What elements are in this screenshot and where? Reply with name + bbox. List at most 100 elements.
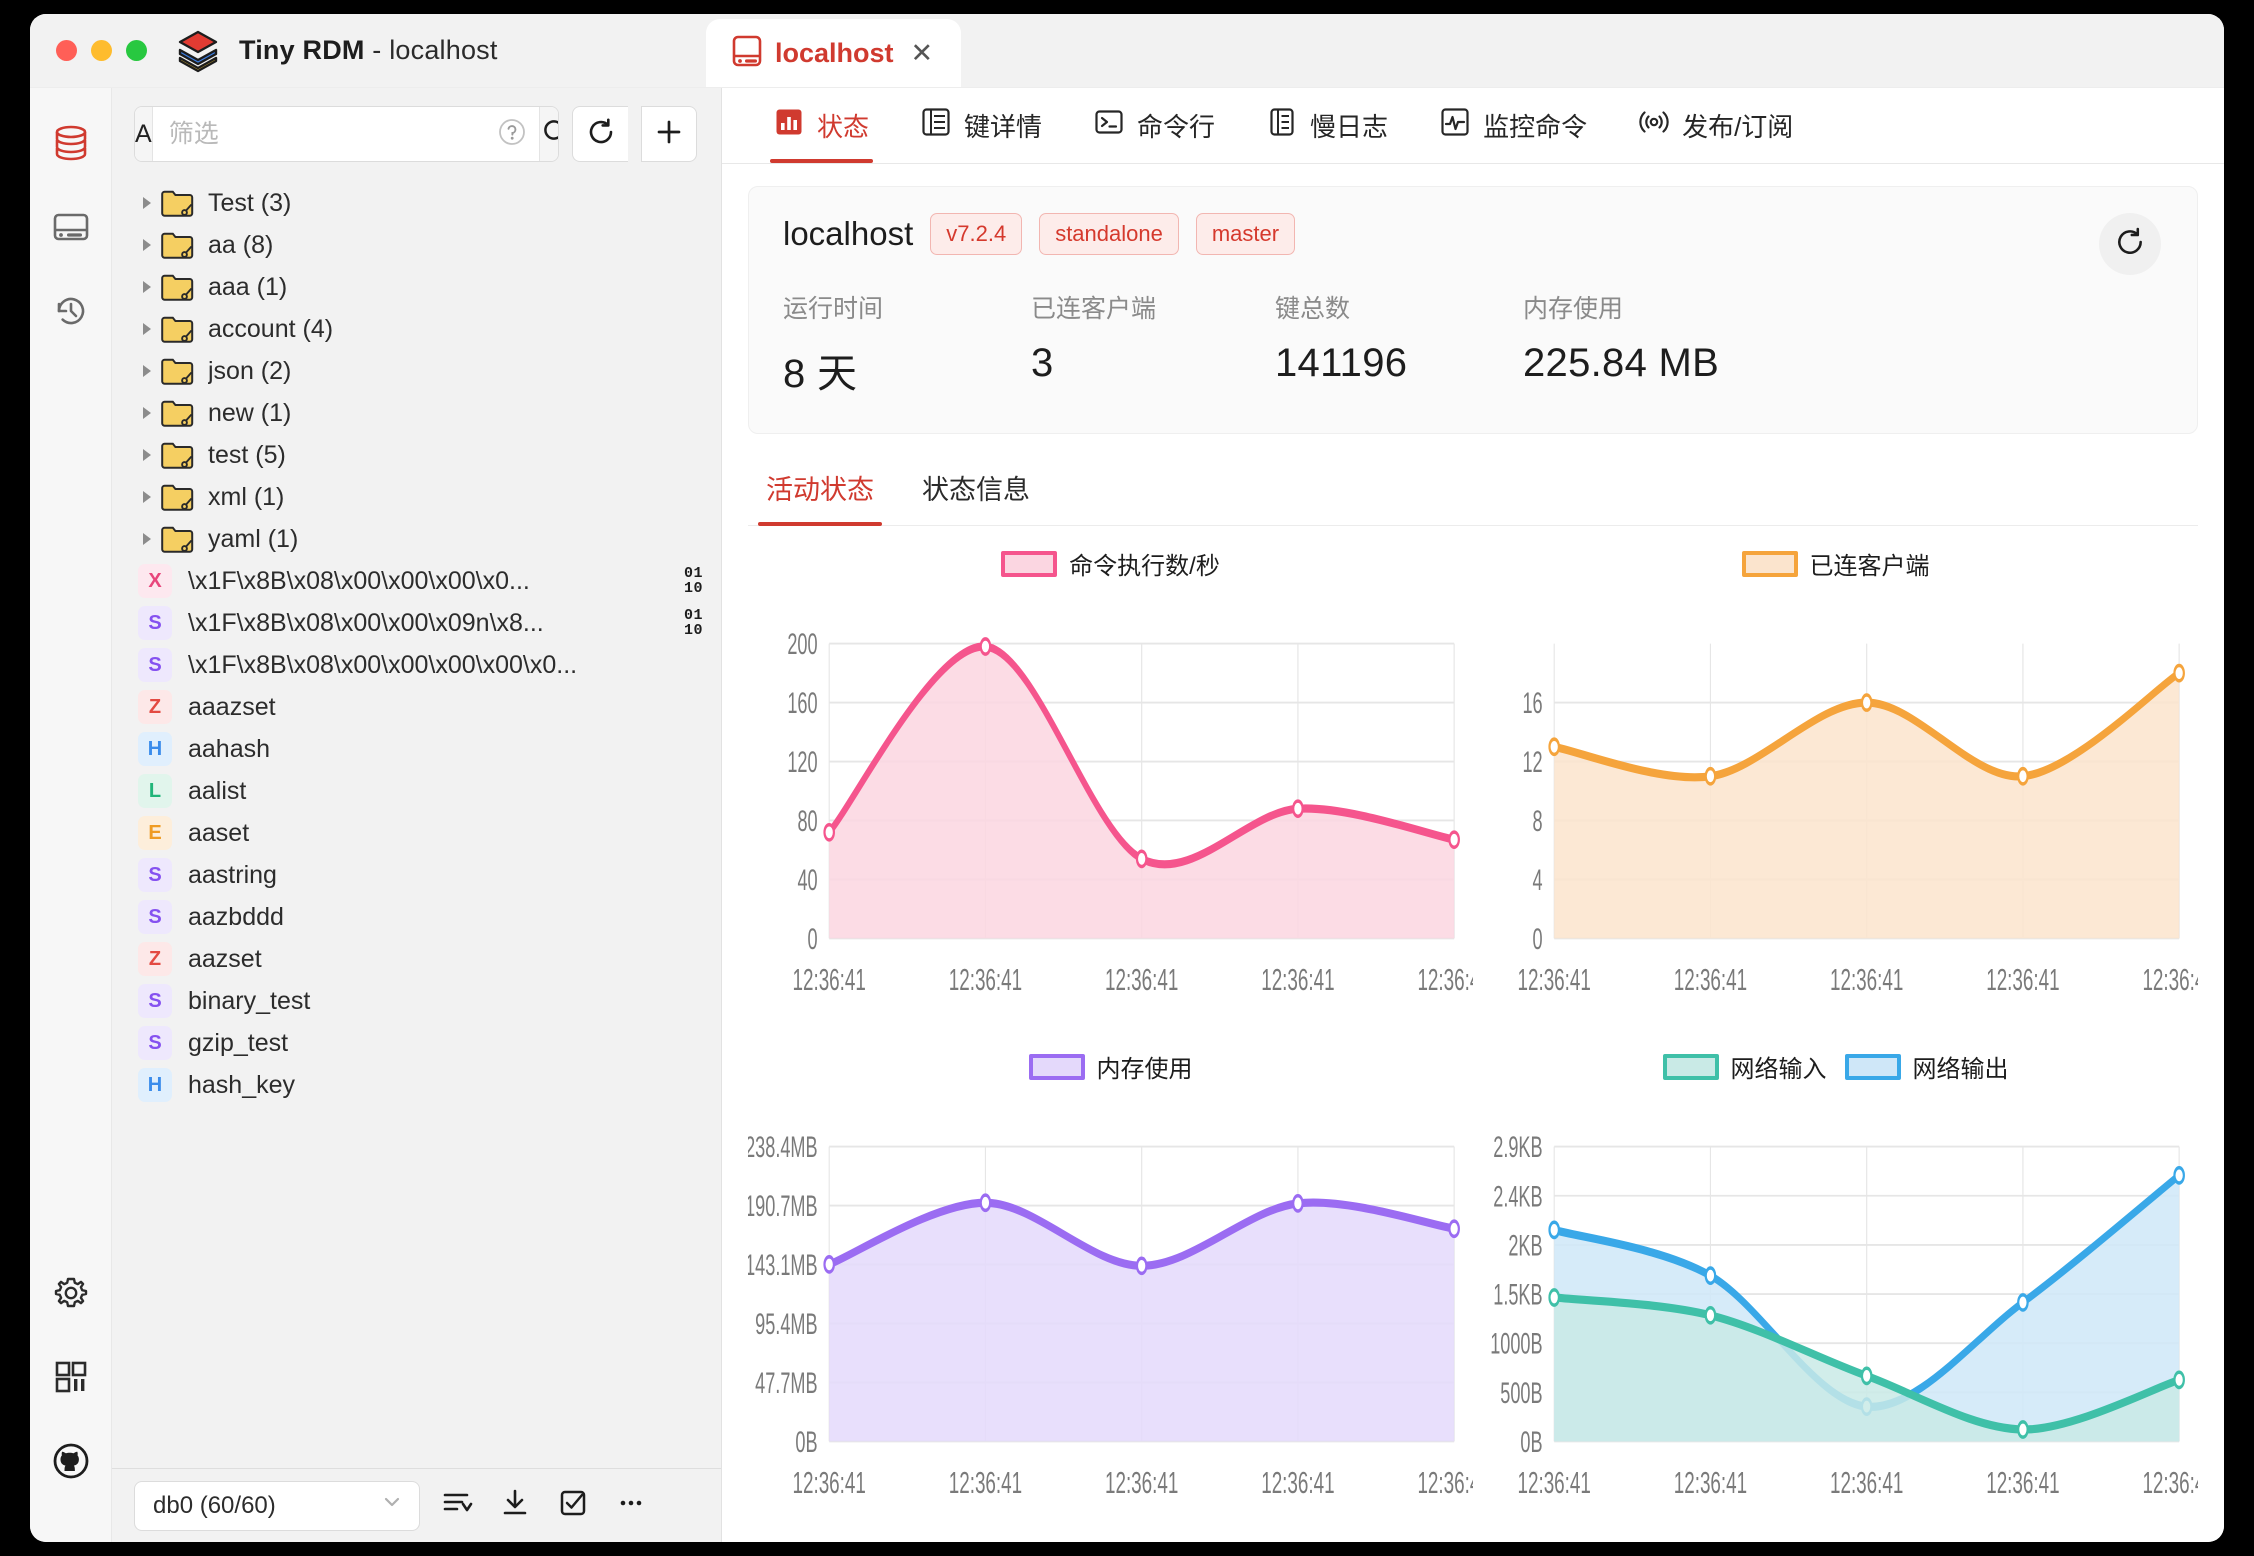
main-tab-bar: 状态 键详情 命令行 慢日志 监控命令 发布/订阅 bbox=[722, 88, 2224, 164]
main-tab-1[interactable]: 键详情 bbox=[895, 88, 1068, 163]
tree-folder-row[interactable]: xml (1) bbox=[112, 476, 721, 518]
svg-text:160: 160 bbox=[787, 688, 817, 720]
stat-uptime-label: 运行时间 bbox=[783, 295, 884, 323]
sub-tab-1[interactable]: 状态信息 bbox=[904, 468, 1048, 525]
main-tab-2[interactable]: 命令行 bbox=[1068, 88, 1241, 163]
search-button[interactable] bbox=[538, 107, 558, 161]
tree-key-row[interactable]: S \x1F\x8B\x08\x00\x00\x00\x00\x0... bbox=[112, 644, 721, 686]
sort-button[interactable] bbox=[436, 1485, 478, 1527]
server-mode-pill: standalone bbox=[1039, 213, 1179, 255]
filter-mode-toggle[interactable]: A bbox=[135, 107, 153, 161]
folder-icon bbox=[160, 524, 194, 554]
svg-text:0B: 0B bbox=[1520, 1427, 1542, 1459]
refresh-tree-button[interactable] bbox=[572, 106, 628, 162]
chevron-right-icon[interactable] bbox=[134, 531, 160, 547]
tree-key-row[interactable]: Hhash_key bbox=[112, 1064, 721, 1106]
tree-key-row[interactable]: Laalist bbox=[112, 770, 721, 812]
tree-folder-row[interactable]: json (2) bbox=[112, 350, 721, 392]
tree-folder-label: account (4) bbox=[208, 314, 334, 343]
help-circle-icon[interactable] bbox=[497, 117, 527, 152]
svg-text:0: 0 bbox=[808, 924, 818, 956]
main-tab-0[interactable]: 状态 bbox=[748, 88, 895, 163]
tree-key-row[interactable]: X \x1F\x8B\x08\x00\x00\x00\x0... 01 10 bbox=[112, 560, 721, 602]
tree-folder-row[interactable]: new (1) bbox=[112, 392, 721, 434]
stat-clients: 已连客户端 3 bbox=[1031, 289, 1275, 399]
legend-item[interactable]: 命令执行数/秒 bbox=[1001, 546, 1220, 581]
stat-total-keys-label: 键总数 bbox=[1275, 295, 1351, 323]
legend-item[interactable]: 网络输入 bbox=[1662, 1049, 1827, 1084]
tree-folder-row[interactable]: test (5) bbox=[112, 434, 721, 476]
window-tab-strip: localhost ✕ bbox=[706, 19, 2224, 87]
chart-legend: 网络输入 网络输出 bbox=[1473, 1049, 2198, 1084]
tree-key-row[interactable]: Eaaset bbox=[112, 812, 721, 854]
window-tab-close-icon[interactable]: ✕ bbox=[907, 38, 938, 69]
legend-item[interactable]: 内存使用 bbox=[1028, 1049, 1193, 1084]
close-window-button[interactable] bbox=[56, 40, 77, 61]
rail-item-database[interactable] bbox=[40, 114, 102, 176]
key-type-badge: S bbox=[138, 648, 172, 682]
title-bar: Tiny RDM - localhost localhost ✕ bbox=[30, 14, 2224, 88]
tree-folder-row[interactable]: yaml (1) bbox=[112, 518, 721, 560]
folder-icon bbox=[160, 356, 194, 386]
tree-folder-row[interactable]: Test (3) bbox=[112, 182, 721, 224]
rail-item-history[interactable] bbox=[40, 282, 102, 344]
main-tab-5[interactable]: 发布/订阅 bbox=[1613, 88, 1819, 163]
download-button[interactable] bbox=[494, 1485, 536, 1527]
stat-total-keys: 键总数 141196 bbox=[1275, 289, 1523, 399]
tree-key-row[interactable]: Sbinary_test bbox=[112, 980, 721, 1022]
sub-tab-0[interactable]: 活动状态 bbox=[748, 468, 892, 526]
tree-key-row[interactable]: Zaaazset bbox=[112, 686, 721, 728]
chevron-right-icon[interactable] bbox=[134, 489, 160, 505]
tree-key-label: aastring bbox=[188, 860, 277, 889]
chevron-right-icon[interactable] bbox=[134, 321, 160, 337]
tree-folder-label: aaa (1) bbox=[208, 272, 288, 301]
legend-label: 网络输出 bbox=[1912, 1056, 2009, 1083]
add-connection-button[interactable] bbox=[641, 106, 697, 162]
tree-folder-row[interactable]: aaa (1) bbox=[112, 266, 721, 308]
chevron-right-icon[interactable] bbox=[134, 195, 160, 211]
select-all-button[interactable] bbox=[552, 1485, 594, 1527]
key-type-badge: H bbox=[138, 732, 172, 766]
tree-key-row[interactable]: S \x1F\x8B\x08\x00\x00\x09n\x8... 01 10 bbox=[112, 602, 721, 644]
tree-folder-row[interactable]: aa (8) bbox=[112, 224, 721, 266]
tree-key-row[interactable]: Saastring bbox=[112, 854, 721, 896]
folder-icon bbox=[160, 230, 194, 260]
svg-text:12:36:41: 12:36:41 bbox=[1105, 963, 1178, 997]
database-select[interactable]: db0 (60/60) bbox=[134, 1480, 420, 1531]
svg-text:12:36:41: 12:36:41 bbox=[1518, 963, 1591, 997]
rail-item-server[interactable] bbox=[40, 198, 102, 260]
more-options-button[interactable] bbox=[610, 1485, 652, 1527]
legend-item[interactable]: 网络输出 bbox=[1844, 1049, 2009, 1084]
rail-item-github[interactable] bbox=[40, 1432, 102, 1494]
svg-text:12:36:41: 12:36:41 bbox=[793, 1466, 866, 1500]
refresh-status-button[interactable] bbox=[2099, 213, 2161, 275]
tree-key-label: aalist bbox=[188, 776, 247, 805]
refresh-icon bbox=[586, 117, 616, 152]
svg-text:12:36:41: 12:36:41 bbox=[949, 1466, 1022, 1500]
filter-input[interactable] bbox=[168, 119, 491, 149]
tree-key-row[interactable]: Saazbddd bbox=[112, 896, 721, 938]
chevron-right-icon[interactable] bbox=[134, 237, 160, 253]
chevron-right-icon[interactable] bbox=[134, 405, 160, 421]
maximize-window-button[interactable] bbox=[126, 40, 147, 61]
app-body: A 筛选 Test (3) aa (8) aaa (1) account (4)… bbox=[30, 88, 2224, 1542]
main-tab-4[interactable]: 监控命令 bbox=[1414, 88, 1613, 163]
chevron-right-icon[interactable] bbox=[134, 447, 160, 463]
tree-key-row[interactable]: Zaazset bbox=[112, 938, 721, 980]
icon-rail-bottom bbox=[40, 1264, 102, 1542]
rail-item-settings[interactable] bbox=[40, 1264, 102, 1326]
rail-item-apps[interactable] bbox=[40, 1348, 102, 1410]
tree-key-row[interactable]: Haahash bbox=[112, 728, 721, 770]
window-tab-localhost[interactable]: localhost ✕ bbox=[706, 19, 962, 87]
tree-key-label: \x1F\x8B\x08\x00\x00\x00\x0... bbox=[188, 566, 530, 595]
app-window: Tiny RDM - localhost localhost ✕ A 筛选 Te… bbox=[30, 14, 2224, 1542]
tree-key-row[interactable]: Sgzip_test bbox=[112, 1022, 721, 1064]
server-icon bbox=[51, 207, 91, 252]
chevron-right-icon[interactable] bbox=[134, 363, 160, 379]
svg-text:4: 4 bbox=[1533, 865, 1543, 897]
main-tab-3[interactable]: 慢日志 bbox=[1241, 88, 1414, 163]
chevron-right-icon[interactable] bbox=[134, 279, 160, 295]
tree-folder-row[interactable]: account (4) bbox=[112, 308, 721, 350]
minimize-window-button[interactable] bbox=[91, 40, 112, 61]
legend-item[interactable]: 已连客户端 bbox=[1741, 546, 1930, 581]
